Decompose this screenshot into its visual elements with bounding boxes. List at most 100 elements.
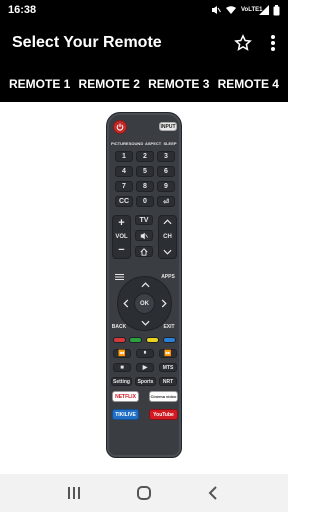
remote-control: INPUT PICTURE SOUND ASPECT SLEEP 1 2 3 4…: [106, 112, 182, 458]
dpad-down-icon[interactable]: [141, 320, 150, 326]
mute-icon: [212, 6, 221, 14]
cinema-label: Cinema video: [150, 394, 177, 399]
more-vert-icon[interactable]: [270, 34, 276, 52]
digit-label: 0: [143, 198, 147, 205]
digit-button-9[interactable]: 9: [157, 181, 175, 192]
tab-remote-3[interactable]: REMOTE 3: [148, 77, 209, 91]
network-label: VoLTE1: [241, 7, 263, 13]
digit-label: 6: [164, 168, 168, 175]
nrt-label: NRT: [162, 378, 174, 385]
tikilive-label: TIKILIVE: [115, 411, 136, 418]
func-label-aspect[interactable]: ASPECT: [145, 141, 161, 146]
home-button[interactable]: [135, 246, 153, 257]
digit-label: 1: [122, 153, 126, 160]
home-icon: [140, 247, 148, 256]
status-bar: 16:38 VoLTE1: [0, 0, 288, 20]
mts-button[interactable]: MTS: [159, 363, 177, 372]
signal-icon: [259, 5, 269, 15]
tab-remote-2[interactable]: REMOTE 2: [79, 77, 140, 91]
setting-button[interactable]: Setting: [111, 377, 132, 386]
digit-label: 4: [122, 168, 126, 175]
back-nav-icon[interactable]: [207, 486, 221, 500]
netflix-button[interactable]: NETFLIX: [112, 391, 139, 402]
mute-icon: [140, 232, 148, 239]
setting-label: Setting: [113, 378, 130, 385]
digit-button-3[interactable]: 3: [157, 151, 175, 162]
tv-button[interactable]: TV: [135, 215, 153, 225]
chevron-up-icon: [163, 219, 172, 225]
rewind-button[interactable]: ⏪: [113, 349, 131, 358]
battery-icon: [273, 4, 280, 15]
netflix-label: NETFLIX: [115, 393, 136, 400]
digit-button-1[interactable]: 1: [115, 151, 133, 162]
volume-rocker[interactable]: + VOL −: [112, 215, 131, 259]
home-nav-icon[interactable]: [136, 485, 152, 501]
red-key[interactable]: [113, 337, 126, 343]
func-label-picture[interactable]: PICTURE: [111, 141, 129, 146]
star-icon[interactable]: [234, 34, 252, 52]
digit-label: 9: [164, 183, 168, 190]
input-label: INPUT: [160, 123, 176, 130]
remote-tabs: REMOTE 1 REMOTE 2 REMOTE 3 REMOTE 4: [0, 66, 288, 102]
digit-button-8[interactable]: 8: [136, 181, 154, 192]
yellow-key[interactable]: [146, 337, 159, 343]
play-button[interactable]: ▶: [136, 363, 154, 372]
dpad-up-icon[interactable]: [141, 282, 150, 288]
blue-key[interactable]: [163, 337, 176, 343]
recent-apps-icon[interactable]: [67, 486, 81, 500]
ok-label: OK: [140, 300, 149, 307]
last-channel-button[interactable]: ⏎: [157, 196, 175, 207]
sports-button[interactable]: Sports: [135, 377, 156, 386]
minus-icon: −: [118, 244, 125, 256]
fast-forward-button[interactable]: ⏩: [159, 349, 177, 358]
plus-icon: +: [118, 217, 125, 229]
green-key[interactable]: [129, 337, 142, 343]
page-title: Select Your Remote: [12, 34, 162, 51]
func-label-sound[interactable]: SOUND: [128, 141, 144, 146]
youtube-button[interactable]: YouTube: [149, 409, 178, 420]
channel-rocker[interactable]: CH: [158, 215, 177, 259]
wifi-icon: [226, 6, 236, 14]
youtube-label: YouTube: [153, 411, 174, 418]
digit-button-7[interactable]: 7: [115, 181, 133, 192]
dpad-right-icon[interactable]: [161, 299, 167, 308]
vol-label: VOL: [115, 234, 128, 240]
cc-button[interactable]: CC: [115, 196, 133, 207]
tab-remote-4[interactable]: REMOTE 4: [218, 77, 279, 91]
digit-button-6[interactable]: 6: [157, 166, 175, 177]
power-icon: [116, 123, 124, 131]
dpad-left-icon[interactable]: [123, 299, 129, 308]
exit-button[interactable]: EXIT: [161, 324, 177, 330]
pause-icon: ⏸: [143, 350, 147, 356]
rewind-icon: ⏪: [118, 351, 126, 357]
digit-label: 8: [143, 183, 147, 190]
func-label-sleep[interactable]: SLEEP: [162, 141, 178, 146]
sports-label: Sports: [137, 378, 154, 385]
tikilive-button[interactable]: TIKILIVE: [112, 409, 139, 420]
stop-button[interactable]: ■: [113, 363, 131, 372]
input-button[interactable]: INPUT: [159, 122, 177, 131]
remote-content: INPUT PICTURE SOUND ASPECT SLEEP 1 2 3 4…: [0, 102, 288, 474]
back-button[interactable]: BACK: [110, 324, 128, 330]
digit-button-0[interactable]: 0: [136, 196, 154, 207]
digit-button-2[interactable]: 2: [136, 151, 154, 162]
ok-button[interactable]: OK: [134, 293, 155, 314]
digit-label: 7: [122, 183, 126, 190]
menu-button[interactable]: [113, 273, 125, 281]
digit-label: 5: [143, 168, 147, 175]
dpad: OK: [117, 276, 172, 331]
cinema-video-button[interactable]: Cinema video: [149, 391, 178, 402]
system-nav-bar: [0, 474, 288, 512]
apps-button[interactable]: APPS: [159, 274, 177, 280]
digit-button-5[interactable]: 5: [136, 166, 154, 177]
status-icons: VoLTE1: [211, 4, 280, 16]
nrt-button[interactable]: NRT: [159, 377, 177, 386]
tab-remote-1[interactable]: REMOTE 1: [9, 77, 70, 91]
pause-button[interactable]: ⏸: [136, 349, 154, 358]
mute-button[interactable]: [135, 230, 153, 241]
digit-label: ⏎: [163, 198, 169, 206]
digit-button-4[interactable]: 4: [115, 166, 133, 177]
power-button[interactable]: [113, 120, 127, 134]
tv-label: TV: [139, 216, 149, 224]
fast-forward-icon: ⏩: [164, 351, 172, 357]
